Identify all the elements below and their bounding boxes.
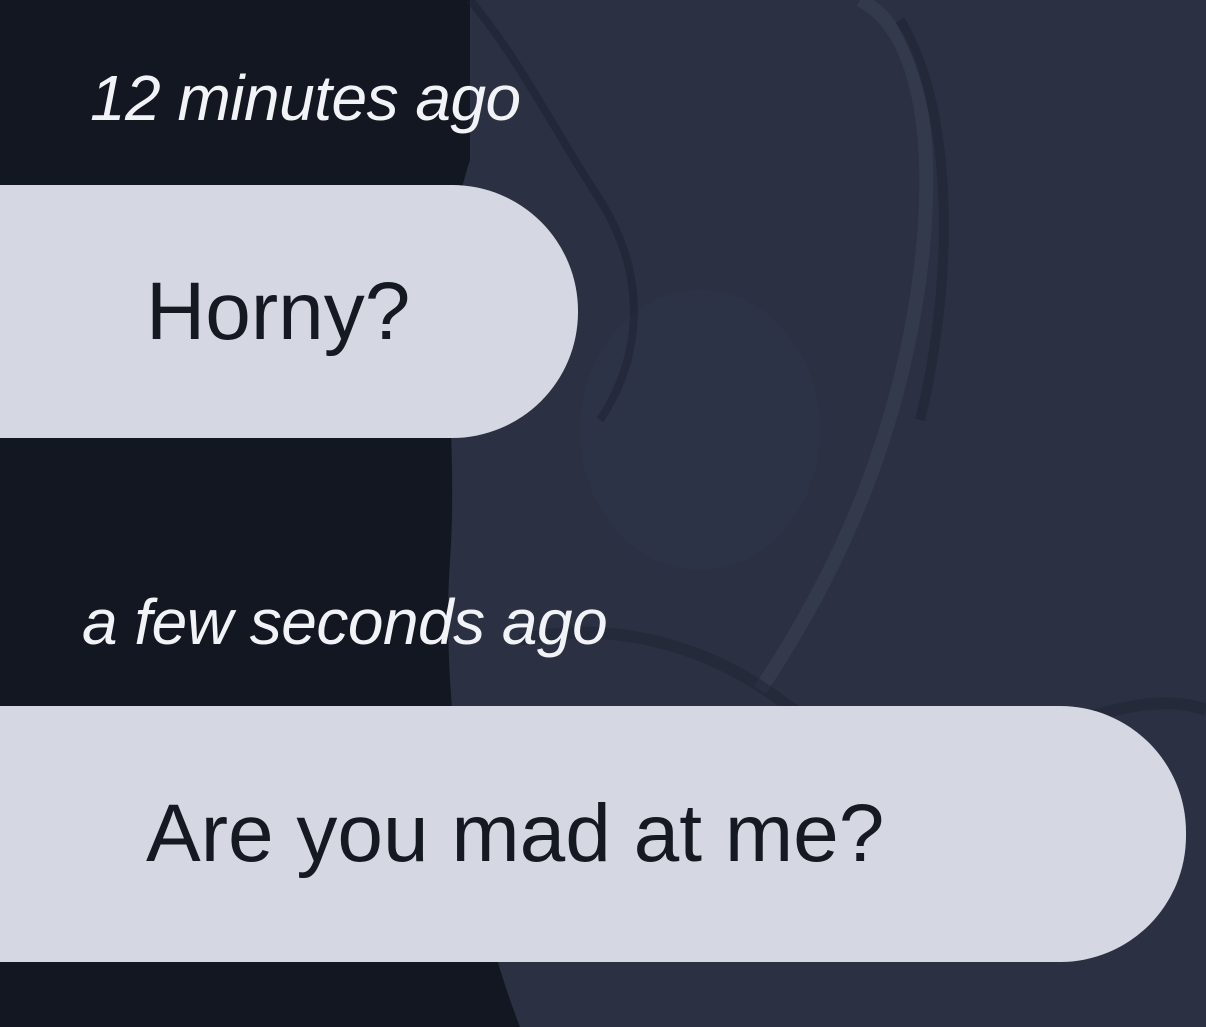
- message-text: Are you mad at me?: [146, 788, 885, 879]
- message-timestamp: a few seconds ago: [82, 586, 608, 658]
- message-timestamp: 12 minutes ago: [90, 62, 521, 134]
- message-bubble[interactable]: Horny?: [0, 185, 578, 438]
- message-bubble[interactable]: Are you mad at me?: [0, 706, 1186, 962]
- message-text: Horny?: [146, 265, 411, 357]
